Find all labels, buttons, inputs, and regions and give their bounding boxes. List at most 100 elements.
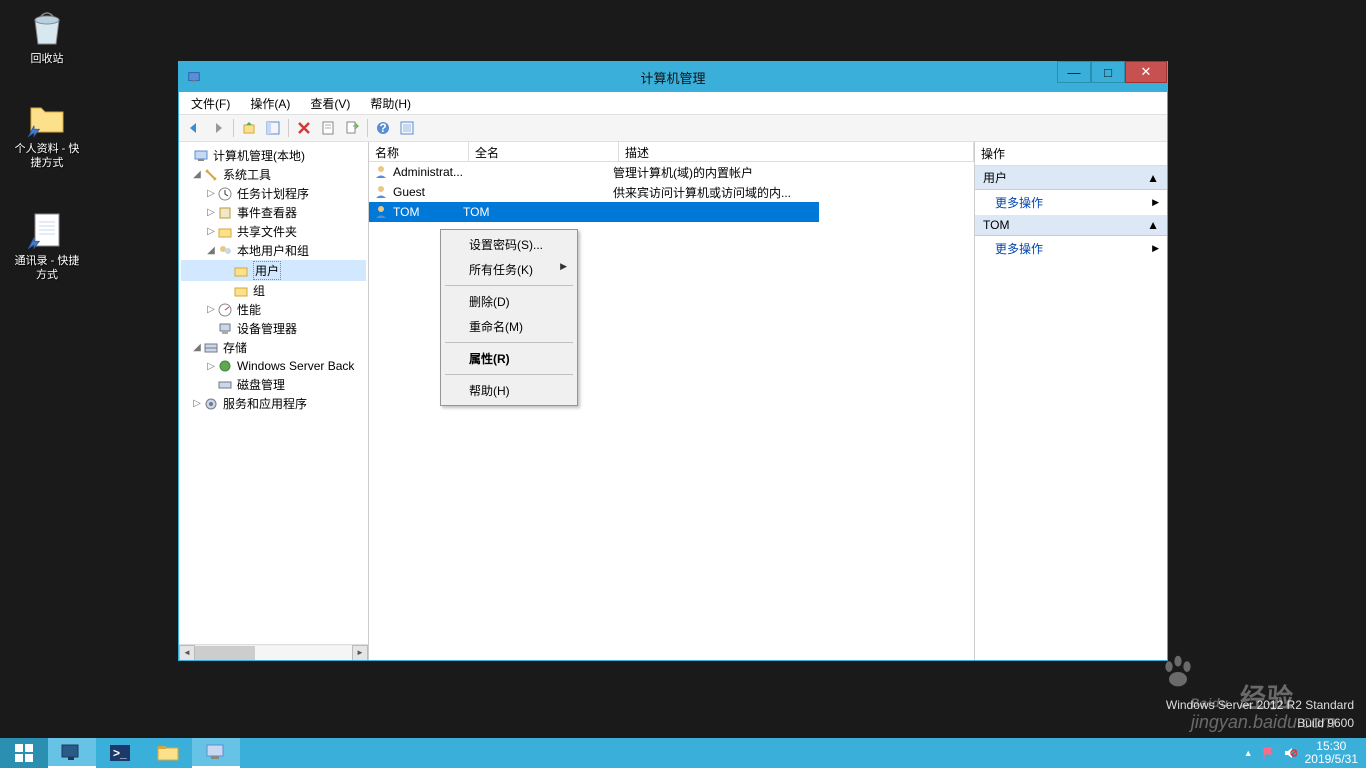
column-fullname[interactable]: 全名 xyxy=(469,142,619,161)
list-row[interactable]: Guest 供来宾访问计算机或访问域的内... xyxy=(369,182,974,202)
tree-performance[interactable]: ▷性能 xyxy=(181,300,366,319)
user-icon xyxy=(373,204,389,220)
tree-users[interactable]: 用户 xyxy=(181,260,366,281)
event-icon xyxy=(217,205,233,221)
main-content: 计算机管理(本地) ◢系统工具 ▷任务计划程序 ▷事件查看器 ▷共享文件夹 ◢本… xyxy=(179,142,1167,660)
ctx-properties[interactable]: 属性(R) xyxy=(443,346,575,371)
collapse-icon: ▲ xyxy=(1147,218,1159,232)
help-button[interactable]: ? xyxy=(372,117,394,139)
navigation-tree-panel: 计算机管理(本地) ◢系统工具 ▷任务计划程序 ▷事件查看器 ▷共享文件夹 ◢本… xyxy=(179,142,369,660)
tray-flag-icon[interactable] xyxy=(1261,746,1275,760)
clock-icon xyxy=(217,186,233,202)
actions-more-tom[interactable]: 更多操作▶ xyxy=(975,236,1167,261)
menu-help[interactable]: 帮助(H) xyxy=(362,93,419,114)
chevron-right-icon: ▶ xyxy=(1152,243,1159,254)
svg-text:?: ? xyxy=(379,121,386,135)
titlebar[interactable]: 计算机管理 — □ ✕ xyxy=(179,62,1167,92)
tools-icon xyxy=(203,167,219,183)
menubar: 文件(F) 操作(A) 查看(V) 帮助(H) xyxy=(179,92,1167,114)
ctx-all-tasks[interactable]: 所有任务(K)▶ xyxy=(443,257,575,282)
tree-event-viewer[interactable]: ▷事件查看器 xyxy=(181,203,366,222)
taskbar-explorer[interactable] xyxy=(144,738,192,768)
minimize-button[interactable]: — xyxy=(1057,61,1091,83)
toolbar: ? xyxy=(179,114,1167,142)
tree-windows-server-backup[interactable]: ▷Windows Server Back xyxy=(181,357,366,375)
desktop-icon-recycle-bin[interactable]: 回收站 xyxy=(12,8,82,66)
ctx-delete[interactable]: 删除(D) xyxy=(443,289,575,314)
actions-section-users[interactable]: 用户▲ xyxy=(975,166,1167,190)
taskbar-powershell[interactable]: >_ xyxy=(96,738,144,768)
menu-action[interactable]: 操作(A) xyxy=(242,93,298,114)
tree-root[interactable]: 计算机管理(本地) xyxy=(181,146,366,165)
column-name[interactable]: 名称 xyxy=(369,142,469,161)
back-button[interactable] xyxy=(183,117,205,139)
column-description[interactable]: 描述 xyxy=(619,142,974,161)
scroll-right-button[interactable]: ► xyxy=(352,645,368,661)
properties-button[interactable] xyxy=(317,117,339,139)
services-icon xyxy=(203,396,219,412)
actions-panel: 操作 用户▲ 更多操作▶ TOM▲ 更多操作▶ xyxy=(975,142,1167,660)
start-button[interactable] xyxy=(0,738,48,768)
show-hide-tree-button[interactable] xyxy=(262,117,284,139)
export-button[interactable] xyxy=(341,117,363,139)
tray-clock[interactable]: 15:30 2019/5/31 xyxy=(1305,740,1358,766)
powershell-icon: >_ xyxy=(108,743,132,763)
context-menu: 设置密码(S)... 所有任务(K)▶ 删除(D) 重命名(M) 属性(R) 帮… xyxy=(440,229,578,406)
menu-file[interactable]: 文件(F) xyxy=(183,93,238,114)
maximize-button[interactable]: □ xyxy=(1091,61,1125,83)
server-manager-icon xyxy=(60,742,84,762)
tree-device-manager[interactable]: 设备管理器 xyxy=(181,319,366,338)
tree-storage[interactable]: ◢存储 xyxy=(181,338,366,357)
tree-shared-folders[interactable]: ▷共享文件夹 xyxy=(181,222,366,241)
tray-chevron-icon[interactable]: ▲ xyxy=(1244,748,1253,758)
scroll-thumb[interactable] xyxy=(195,646,255,660)
user-icon xyxy=(373,164,389,180)
ctx-set-password[interactable]: 设置密码(S)... xyxy=(443,232,575,257)
ctx-rename[interactable]: 重命名(M) xyxy=(443,314,575,339)
taskbar-computer-management[interactable] xyxy=(192,738,240,768)
folder-icon xyxy=(233,283,249,299)
user-icon xyxy=(373,184,389,200)
disk-icon xyxy=(217,377,233,393)
app-icon xyxy=(187,70,201,84)
desktop-icon-profile[interactable]: 个人资料 - 快捷方式 xyxy=(12,98,82,170)
close-button[interactable]: ✕ xyxy=(1125,61,1167,83)
up-button[interactable] xyxy=(238,117,260,139)
tree-groups[interactable]: 组 xyxy=(181,281,366,300)
list-row[interactable]: Administrat... 管理计算机(域)的内置帐户 xyxy=(369,162,974,182)
scroll-track[interactable] xyxy=(195,646,352,660)
forward-button[interactable] xyxy=(207,117,229,139)
navigation-tree: 计算机管理(本地) ◢系统工具 ▷任务计划程序 ▷事件查看器 ▷共享文件夹 ◢本… xyxy=(179,142,368,417)
tree-local-users-groups[interactable]: ◢本地用户和组 xyxy=(181,241,366,260)
refresh-button[interactable] xyxy=(396,117,418,139)
ctx-separator xyxy=(445,342,573,343)
ctx-separator xyxy=(445,285,573,286)
tree-scrollbar[interactable]: ◄ ► xyxy=(179,644,368,660)
actions-title: 操作 xyxy=(975,142,1167,166)
window-title: 计算机管理 xyxy=(640,68,705,87)
tree-task-scheduler[interactable]: ▷任务计划程序 xyxy=(181,184,366,203)
actions-section-tom[interactable]: TOM▲ xyxy=(975,215,1167,236)
tree-disk-management[interactable]: 磁盘管理 xyxy=(181,375,366,394)
actions-more-users[interactable]: 更多操作▶ xyxy=(975,190,1167,215)
delete-button[interactable] xyxy=(293,117,315,139)
tree-services-apps[interactable]: ▷服务和应用程序 xyxy=(181,394,366,413)
ctx-help[interactable]: 帮助(H) xyxy=(443,378,575,403)
taskbar-server-manager[interactable] xyxy=(48,738,96,768)
window-controls: — □ ✕ xyxy=(1057,62,1167,92)
performance-icon xyxy=(217,302,233,318)
system-tray: ▲ 15:30 2019/5/31 xyxy=(1236,738,1366,768)
taskbar-spacer xyxy=(240,738,1236,768)
tree-system-tools[interactable]: ◢系统工具 xyxy=(181,165,366,184)
explorer-icon xyxy=(156,743,180,763)
menu-view[interactable]: 查看(V) xyxy=(302,93,358,114)
scroll-left-button[interactable]: ◄ xyxy=(179,645,195,661)
computer-management-window: 计算机管理 — □ ✕ 文件(F) 操作(A) 查看(V) 帮助(H) ? 计算… xyxy=(178,61,1168,661)
folder-icon xyxy=(233,263,249,279)
tray-volume-icon[interactable] xyxy=(1283,746,1297,760)
list-row-selected[interactable]: TOM TOM xyxy=(369,202,819,222)
toolbar-separator xyxy=(288,119,289,137)
recycle-bin-icon xyxy=(27,8,67,48)
computer-icon xyxy=(193,148,209,164)
desktop-icon-contacts[interactable]: 通讯录 - 快捷方式 xyxy=(12,210,82,282)
